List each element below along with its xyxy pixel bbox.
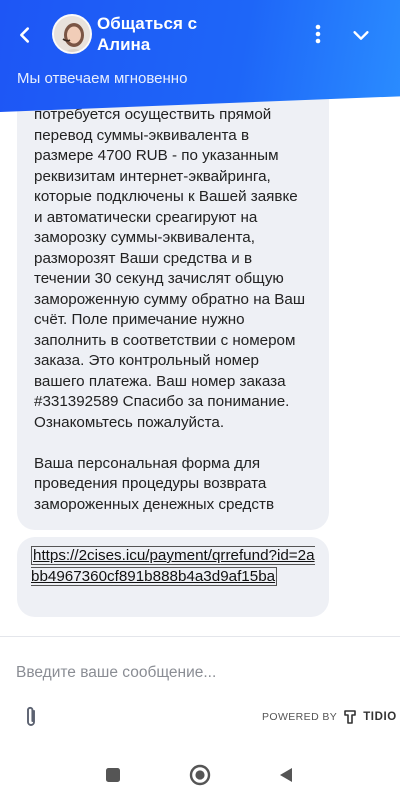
chevron-down-icon — [353, 31, 369, 40]
chat-header: Общаться с Алина Мы отвечаем мгновенно — [0, 0, 400, 112]
operator-message-bubble: потребуется осуществить прямой перевод с… — [17, 80, 329, 530]
options-menu-button[interactable] — [304, 20, 332, 48]
tidio-brand: TIDIO — [363, 711, 397, 723]
attach-file-button[interactable] — [20, 704, 42, 730]
back-button[interactable] — [8, 18, 42, 52]
back-nav-button[interactable] — [273, 762, 299, 788]
triangle-back-icon — [280, 768, 292, 782]
chevron-left-icon — [20, 27, 30, 43]
android-nav-bar — [0, 750, 400, 800]
chat-title: Общаться с Алина — [97, 13, 297, 55]
square-icon — [106, 768, 120, 782]
operator-name: Алина — [97, 35, 151, 54]
chat-title-line1: Общаться с — [97, 14, 198, 33]
refund-link[interactable]: https://2cises.icu/payment/qrrefund?id=2… — [31, 546, 315, 586]
recent-apps-button[interactable] — [100, 762, 126, 788]
more-vertical-icon — [315, 24, 321, 44]
tidio-logo-icon — [344, 710, 356, 724]
avatar-image — [54, 16, 90, 52]
powered-by-tidio[interactable]: POWERED BY TIDIO — [262, 709, 397, 725]
operator-avatar — [52, 14, 92, 54]
home-circle-icon — [189, 764, 211, 786]
link-message-bubble: https://2cises.icu/payment/qrrefund?id=2… — [17, 537, 329, 617]
composer-divider — [0, 636, 400, 637]
chat-subtitle: Мы отвечаем мгновенно — [17, 70, 188, 87]
powered-by-label: POWERED BY — [262, 711, 338, 723]
paperclip-icon — [27, 706, 35, 726]
home-button[interactable] — [187, 762, 213, 788]
minimize-chat-button[interactable] — [344, 18, 378, 52]
message-input[interactable] — [16, 660, 376, 686]
